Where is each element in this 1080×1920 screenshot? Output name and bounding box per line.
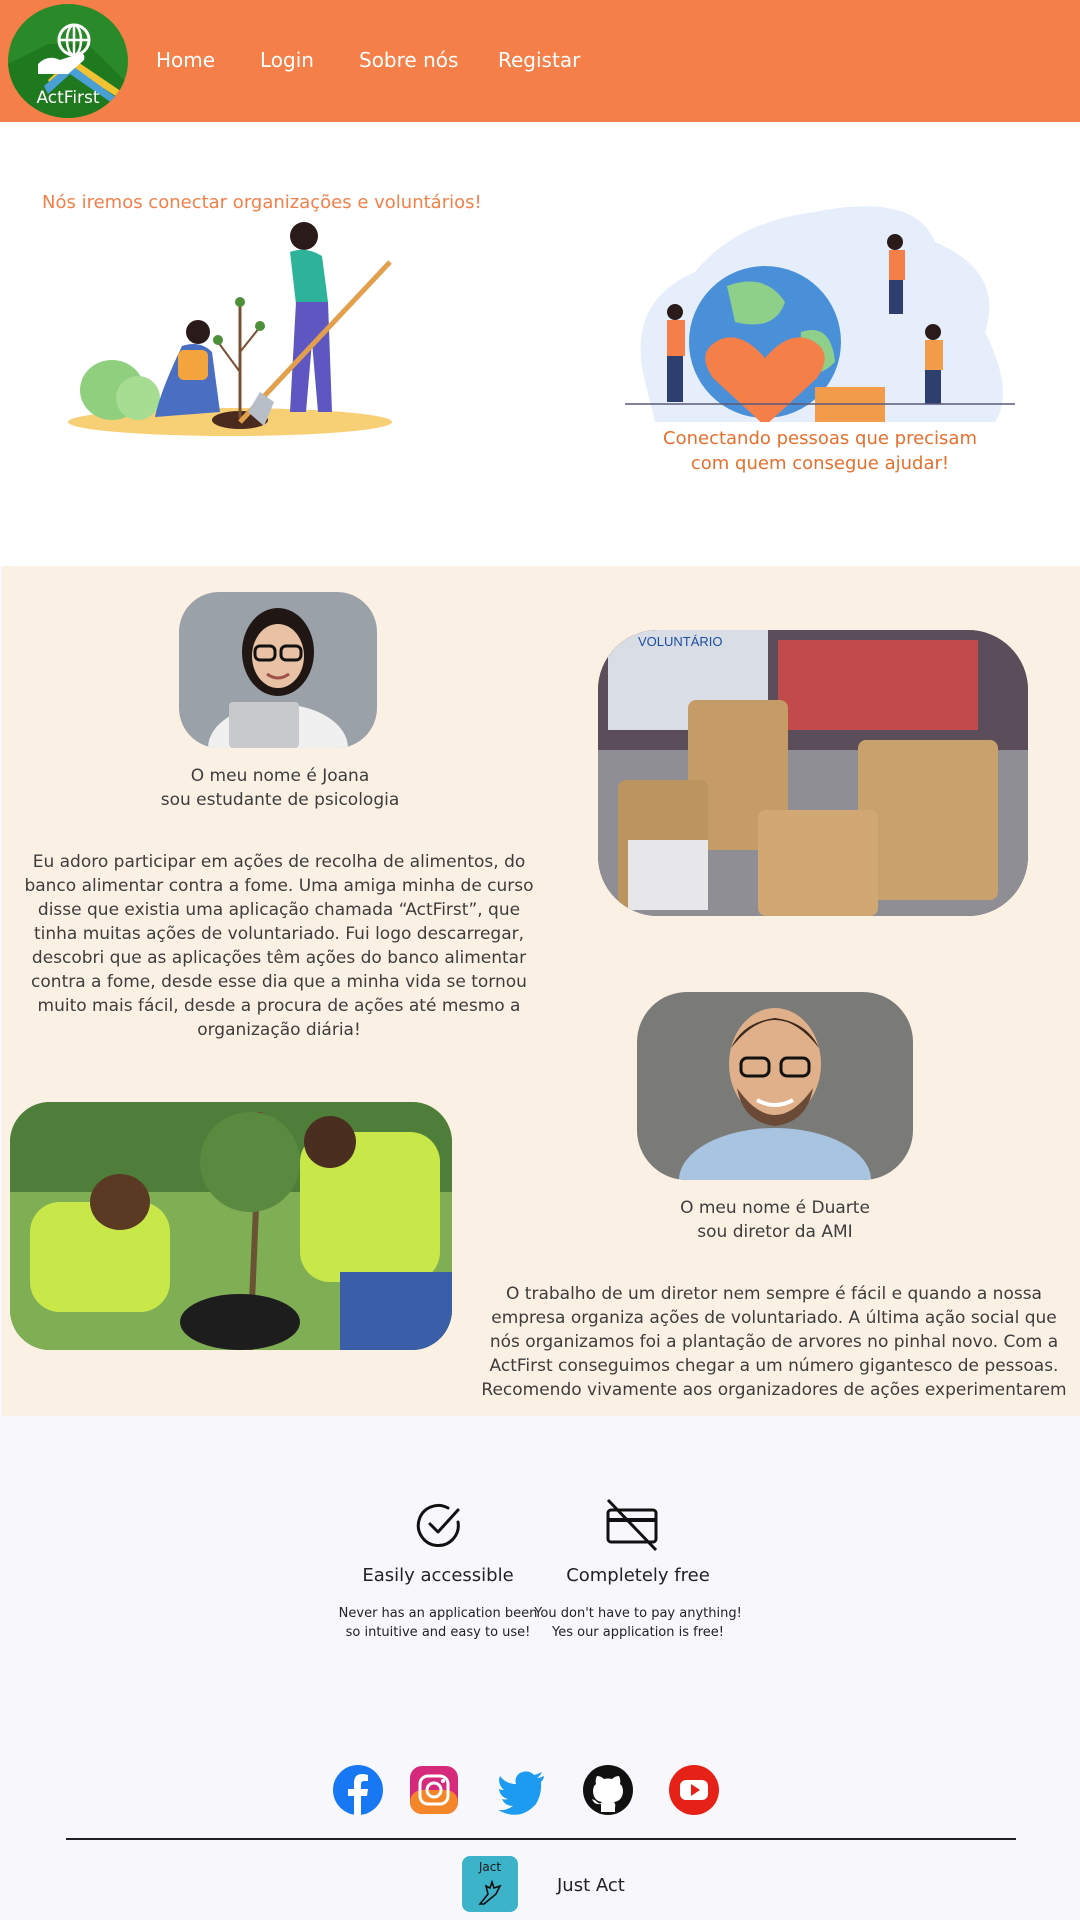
github-icon[interactable] [582,1764,634,1816]
food-bank-photo: VOLUNTÁRIO [598,630,1028,916]
footer-brand: Just Act [557,1875,625,1896]
feature-desc-free: You don't have to pay anything! Yes our … [534,1606,742,1640]
planting-illustration [68,222,392,436]
duarte-testimonial-text: O trabalho de um diretor nem sempre é fá… [481,1284,1067,1400]
nav-registar[interactable]: Registar [498,48,580,72]
youtube-icon[interactable] [668,1764,720,1816]
check-circle-icon [414,1500,464,1554]
instagram-icon[interactable] [408,1764,460,1816]
testimonials-section: O meu nome é Joana sou estudante de psic… [2,566,1080,1416]
nav-home[interactable]: Home [156,48,215,72]
svg-text:VOLUNTÁRIO: VOLUNTÁRIO [638,634,723,649]
feature-title-free: Completely free [566,1565,710,1586]
footer-divider [66,1838,1016,1840]
nav-login[interactable]: Login [260,48,314,72]
top-navbar: ActFirst Home Login Sobre nós Registar [0,0,1080,122]
connecting-illustration [625,206,1015,422]
twitter-icon[interactable] [496,1764,548,1816]
jact-logo[interactable]: Jact [462,1856,518,1912]
tree-planting-photo [10,1102,452,1350]
actfirst-logo[interactable]: ActFirst [8,4,128,118]
facebook-icon[interactable] [332,1764,384,1816]
no-credit-card-icon [604,1496,660,1556]
hero-caption: Conectando pessoas que precisam com quem… [663,428,977,474]
nav-sobre-nos[interactable]: Sobre nós [359,48,458,72]
logo-text: ActFirst [36,88,100,108]
hero-section: Nós iremos conectar organizações e volun… [0,122,1080,566]
duarte-intro: O meu nome é Duarte sou diretor da AMI [680,1198,870,1242]
joana-testimonial-text: Eu adoro participar em ações de recolha … [24,852,534,1040]
duarte-photo [637,992,913,1180]
hero-tagline: Nós iremos conectar organizações e volun… [42,192,482,213]
hand-icon [478,1879,502,1905]
joana-intro: O meu nome é Joana sou estudante de psic… [160,766,400,810]
joana-photo [179,592,377,748]
